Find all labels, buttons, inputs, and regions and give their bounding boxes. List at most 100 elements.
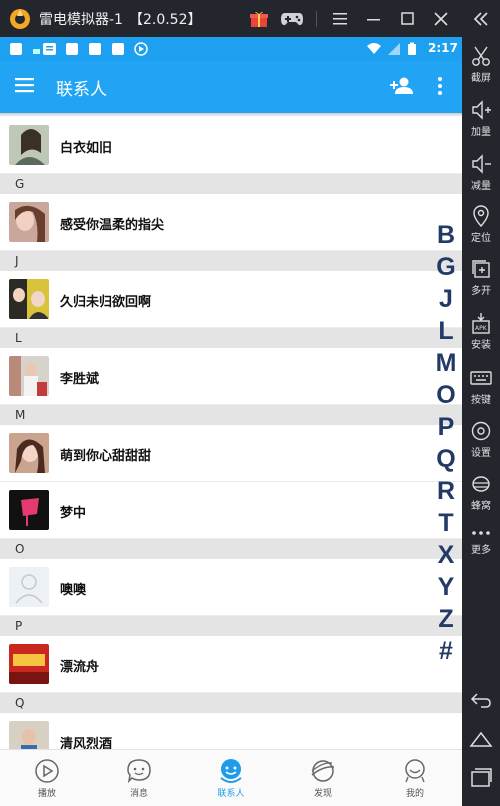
emulator-version: 【2.0.52】 — [128, 11, 202, 28]
back-button[interactable] — [462, 690, 500, 710]
emulator-title-bar: 雷电模拟器-1 【2.0.52】 — [0, 0, 500, 37]
phone-screen: 2:17 联系人 白衣如旧 G 感受你温柔的指尖 J 久归未归欲回啊 L 李胜斌… — [0, 37, 462, 806]
add-contact-icon[interactable] — [388, 75, 414, 99]
index-letter[interactable]: P — [430, 413, 462, 442]
close-icon[interactable] — [428, 6, 454, 32]
index-letter[interactable]: L — [430, 317, 462, 346]
multi-instance-button[interactable]: 多开 — [462, 258, 500, 297]
avatar — [9, 202, 49, 242]
contact-row[interactable]: 久归未归欲回啊 — [0, 271, 462, 328]
location-button[interactable]: 定位 — [462, 205, 500, 244]
section-header: G — [0, 174, 462, 194]
nav-label: 我的 — [405, 789, 424, 799]
section-header: L — [0, 328, 462, 348]
nav-item-messages[interactable]: 消息 — [104, 750, 174, 806]
contact-row[interactable]: 萌到你心甜甜甜 — [0, 425, 462, 482]
index-letter[interactable]: B — [430, 221, 462, 250]
minimize-icon[interactable] — [361, 6, 387, 32]
contact-name: 久归未归欲回啊 — [60, 295, 152, 310]
contact-row[interactable]: 李胜斌 — [0, 348, 462, 405]
home-button[interactable] — [462, 729, 500, 749]
more-button[interactable]: 更多 — [462, 527, 500, 556]
index-letter[interactable]: # — [430, 637, 462, 666]
settings-icon — [471, 421, 491, 441]
recent-apps-icon — [471, 768, 492, 787]
bottom-navigation: 播放 消息 联系人 发现 我的 — [0, 749, 462, 806]
install-apk-icon: APK — [472, 313, 490, 334]
home-icon — [469, 731, 493, 747]
nav-item-profile[interactable]: 我的 — [380, 750, 450, 806]
hive-button[interactable]: 蜂窝 — [462, 473, 500, 512]
scissors-icon — [472, 46, 490, 66]
collapse-sidebar-icon[interactable] — [468, 6, 494, 32]
index-letter[interactable]: T — [430, 509, 462, 538]
contact-row[interactable]: 噢噢 — [0, 559, 462, 616]
contact-name: 白衣如旧 — [60, 141, 113, 156]
profile-icon — [405, 759, 425, 783]
section-header: O — [0, 539, 462, 559]
install-apk-button[interactable]: APK 安装 — [462, 312, 500, 351]
app-bar: 联系人 — [0, 61, 462, 113]
contact-row[interactable]: 白衣如旧 — [0, 117, 462, 174]
index-letter[interactable]: Y — [430, 573, 462, 602]
location-icon — [473, 205, 489, 227]
nav-item-contacts[interactable]: 联系人 — [196, 750, 266, 806]
settings-button[interactable]: 设置 — [462, 420, 500, 459]
gift-icon[interactable] — [246, 6, 272, 32]
message-icon — [127, 759, 151, 784]
contact-name: 梦中 — [60, 506, 87, 521]
screenshot-button[interactable]: 截屏 — [462, 45, 500, 84]
avatar — [9, 125, 49, 165]
keyboard-icon — [470, 371, 492, 385]
contact-name: 李胜斌 — [60, 372, 100, 387]
index-letter[interactable]: Z — [430, 605, 462, 634]
avatar — [9, 279, 49, 319]
contact-row[interactable]: 感受你温柔的指尖 — [0, 194, 462, 251]
menu-icon[interactable] — [327, 6, 353, 32]
hamburger-menu-icon[interactable] — [14, 75, 38, 99]
svg-text:APK: APK — [475, 325, 488, 332]
section-header: M — [0, 405, 462, 425]
index-letter[interactable]: J — [430, 285, 462, 314]
system-status-icons — [367, 42, 416, 55]
emulator-sidebar: 截屏 加量 减量 定位 多开 APK 安装 按键 设置 蜂窝 更多 — [462, 37, 500, 806]
keyboard-mapping-button[interactable]: 按键 — [462, 367, 500, 406]
index-letter[interactable]: O — [430, 381, 462, 410]
more-icon — [472, 531, 490, 535]
notification-icons — [10, 42, 148, 56]
index-letter[interactable]: G — [430, 253, 462, 282]
emulator-title: 雷电模拟器-1 — [39, 11, 123, 28]
volume-up-icon — [472, 100, 491, 120]
maximize-icon[interactable] — [395, 6, 421, 32]
title-divider — [316, 11, 317, 27]
multi-instance-icon — [472, 260, 490, 278]
volume-down-button[interactable]: 减量 — [462, 153, 500, 192]
gamepad-icon[interactable] — [279, 6, 305, 32]
play-icon — [35, 759, 59, 783]
contact-name: 萌到你心甜甜甜 — [60, 449, 152, 464]
nav-item-discover[interactable]: 发现 — [288, 750, 358, 806]
page-title: 联系人 — [56, 80, 107, 100]
contact-name: 漂流舟 — [60, 660, 100, 675]
default-avatar-icon — [9, 567, 49, 607]
index-letter[interactable]: X — [430, 541, 462, 570]
discover-icon — [311, 760, 335, 782]
section-header: J — [0, 251, 462, 271]
contact-row[interactable]: 漂流舟 — [0, 636, 462, 693]
index-letter[interactable]: M — [430, 349, 462, 378]
nav-item-play[interactable]: 播放 — [12, 750, 82, 806]
nav-label: 联系人 — [217, 789, 245, 799]
overflow-menu-icon[interactable] — [432, 75, 448, 99]
nav-label: 发现 — [313, 789, 332, 799]
index-letter[interactable]: Q — [430, 445, 462, 474]
avatar — [9, 356, 49, 396]
avatar — [9, 644, 49, 684]
hive-icon — [472, 476, 490, 492]
recent-apps-button[interactable] — [462, 766, 500, 788]
volume-down-icon — [472, 154, 491, 174]
contact-row[interactable]: 梦中 — [0, 482, 462, 539]
index-letter[interactable]: R — [430, 477, 462, 506]
contact-name: 噢噢 — [60, 583, 87, 598]
contacts-icon — [220, 759, 242, 783]
volume-up-button[interactable]: 加量 — [462, 99, 500, 138]
